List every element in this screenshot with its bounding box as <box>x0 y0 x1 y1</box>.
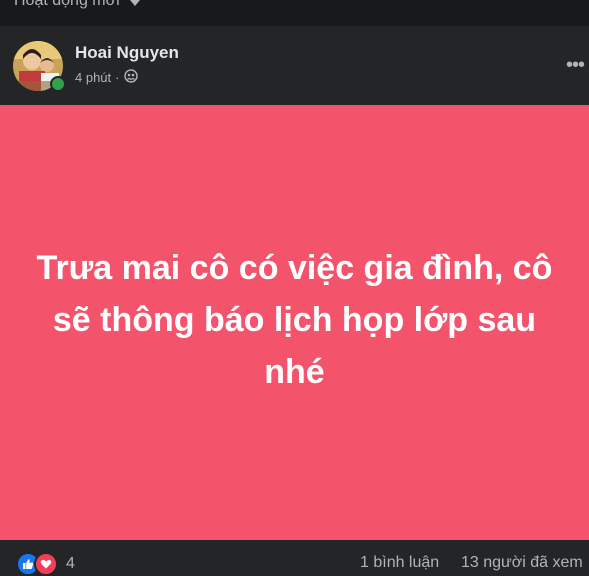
group-audience-icon[interactable] <box>123 69 138 86</box>
post-meta: 4 phút · <box>75 69 138 86</box>
view-count[interactable]: 13 người đã xem <box>461 554 583 572</box>
online-status-indicator <box>50 76 66 92</box>
colored-background-post: Trưa mai cô có việc gia đình, cô sẽ thôn… <box>0 105 589 540</box>
meta-separator: · <box>115 70 120 85</box>
more-options-icon[interactable]: ••• <box>566 54 585 77</box>
chevron-down-icon <box>129 0 140 6</box>
love-icon <box>34 552 58 576</box>
post-footer: 4 1 bình luận 13 người đã xem <box>0 540 589 576</box>
reaction-count: 4 <box>66 555 75 572</box>
post-text: Trưa mai cô có việc gia đình, cô sẽ thôn… <box>36 248 553 391</box>
sort-label: Hoạt động mới <box>14 0 120 9</box>
post-author[interactable]: Hoai Nguyen <box>75 43 179 63</box>
comment-count[interactable]: 1 bình luận <box>360 554 439 572</box>
sort-dropdown[interactable]: Hoạt động mới <box>14 0 140 10</box>
feed-post: Hoai Nguyen 4 phút · ••• Trưa mai cô có … <box>0 26 589 576</box>
feed-sort-bar: Hoạt động mới <box>0 0 589 26</box>
post-time[interactable]: 4 phút <box>75 70 111 85</box>
reactions-summary[interactable]: 4 <box>16 552 75 576</box>
post-header: Hoai Nguyen 4 phút · ••• <box>0 26 589 105</box>
